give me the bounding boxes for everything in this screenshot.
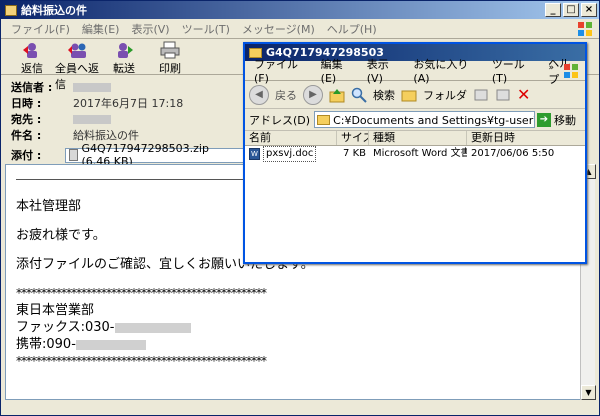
address-value: C:¥Documents and Settings¥tg-user¥デスクトップ… xyxy=(333,113,534,127)
to-label: 宛先 : xyxy=(11,113,42,126)
menu-tools[interactable]: ツール(T) xyxy=(176,21,236,37)
list-item[interactable]: W pxsvj.doc 7 KB Microsoft Word 文書 2017/… xyxy=(245,146,585,162)
windows-flag-icon xyxy=(564,64,578,78)
search-label[interactable]: 検索 xyxy=(373,87,395,103)
subject-value: 給料振込の件 xyxy=(73,129,139,142)
mail-icon xyxy=(5,4,17,16)
fax-redacted xyxy=(114,322,191,333)
column-name[interactable]: 名前 xyxy=(245,131,337,145)
exp-menu-tools[interactable]: ツール(T) xyxy=(487,56,543,85)
date-label: 日時 : xyxy=(11,97,42,110)
subject-label: 件名 : xyxy=(11,129,42,142)
to-value-redacted xyxy=(73,114,111,124)
mail-title: 給料振込の件 xyxy=(21,4,87,17)
file-list: 名前 サイズ 種類 更新日時 W pxsvj.doc 7 KB Microsof… xyxy=(245,131,585,262)
mail-titlebar: 給料振込の件 _ □ × xyxy=(1,1,599,19)
search-icon[interactable] xyxy=(351,87,367,103)
reply-button[interactable]: 返信 xyxy=(9,41,55,76)
signature-mobile: 携帯:090- xyxy=(16,337,76,352)
column-modified[interactable]: 更新日時 xyxy=(467,131,585,145)
mail-menubar: ファイル(F) 編集(E) 表示(V) ツール(T) メッセージ(M) ヘルプ(… xyxy=(1,19,599,39)
up-folder-icon[interactable] xyxy=(329,87,345,103)
column-type[interactable]: 種類 xyxy=(369,131,467,145)
address-folder-icon xyxy=(317,114,331,125)
from-value-redacted xyxy=(73,82,111,92)
exp-menu-favorites[interactable]: お気に入り(A) xyxy=(408,56,486,85)
menu-overflow-icon[interactable]: » xyxy=(543,63,559,73)
file-type: Microsoft Word 文書 xyxy=(373,148,467,159)
word-document-icon: W xyxy=(249,148,260,160)
back-label[interactable]: 戻る xyxy=(275,87,297,103)
signature-separator-top: ****************************************… xyxy=(16,286,267,300)
divider xyxy=(16,179,248,180)
folders-label[interactable]: フォルダ xyxy=(423,87,467,103)
explorer-menubar: ファイル(F) 編集(E) 表示(V) お気に入り(A) ツール(T) ヘルプ … xyxy=(245,57,585,86)
signature-fax: ファックス:030- xyxy=(16,320,115,335)
column-size[interactable]: サイズ xyxy=(337,131,369,145)
folders-icon[interactable] xyxy=(401,87,417,103)
address-input[interactable]: C:¥Documents and Settings¥tg-user¥デスクトップ… xyxy=(314,111,535,128)
signature-dept: 東日本営業部 xyxy=(16,303,95,318)
move-to-icon[interactable] xyxy=(473,87,489,103)
exp-menu-view[interactable]: 表示(V) xyxy=(362,56,409,85)
exp-menu-file[interactable]: ファイル(F) xyxy=(249,56,316,85)
forward-button[interactable]: 転送 xyxy=(101,41,147,76)
print-button[interactable]: 印刷 xyxy=(147,41,193,76)
menu-view[interactable]: 表示(V) xyxy=(125,21,175,37)
signature-separator-bottom: ****************************************… xyxy=(16,354,267,368)
file-size: 7 KB xyxy=(343,148,366,159)
close-button[interactable]: × xyxy=(581,3,597,17)
from-label: 送信者 : xyxy=(11,81,53,94)
mobile-redacted xyxy=(75,339,146,350)
address-label: アドレス(D) xyxy=(249,113,311,127)
file-modified: 2017/06/06 5:50 xyxy=(471,148,555,159)
date-value: 2017年6月7日 17:18 xyxy=(73,97,184,110)
copy-to-icon[interactable] xyxy=(495,87,511,103)
menu-help[interactable]: ヘルプ(H) xyxy=(321,21,383,37)
message-headers: 送信者 : 日時 : 2017年6月7日 17:18 宛先 : 件名 : 給料振込の… xyxy=(5,79,245,168)
explorer-toolbar: ◀ 戻る ▶ 検索 フォルダ ✕ xyxy=(245,81,585,109)
scroll-down-icon[interactable]: ▼ xyxy=(581,385,596,400)
exp-menu-edit[interactable]: 編集(E) xyxy=(316,56,362,85)
reply-icon xyxy=(23,43,37,58)
forward-arrow-icon[interactable]: ▶ xyxy=(303,84,323,105)
menu-file[interactable]: ファイル(F) xyxy=(5,21,76,37)
explorer-window: G4Q717947298503 ファイル(F) 編集(E) 表示(V) お気に入… xyxy=(243,42,587,264)
go-arrow-icon: ➔ xyxy=(537,112,551,127)
address-bar: アドレス(D) C:¥Documents and Settings¥tg-use… xyxy=(245,109,585,131)
forward-icon xyxy=(118,43,133,58)
menu-message[interactable]: メッセージ(M) xyxy=(236,21,321,37)
attach-label: 添付 : xyxy=(11,149,42,162)
go-button[interactable]: ➔ 移動 xyxy=(537,111,583,128)
file-list-header: 名前 サイズ 種類 更新日時 xyxy=(245,131,585,146)
attachment-file[interactable]: G4Q717947298503.zip (6.46 KB) xyxy=(65,142,245,168)
reply-all-icon xyxy=(68,43,86,58)
zip-icon xyxy=(69,149,79,161)
menu-edit[interactable]: 編集(E) xyxy=(76,21,126,37)
back-arrow-icon[interactable]: ◀ xyxy=(249,84,269,105)
minimize-button[interactable]: _ xyxy=(545,3,561,17)
printer-icon xyxy=(160,41,180,59)
windows-flag-icon xyxy=(578,22,592,36)
file-name: pxsvj.doc xyxy=(263,146,317,162)
maximize-button[interactable]: □ xyxy=(563,3,579,17)
delete-icon[interactable]: ✕ xyxy=(517,85,530,104)
